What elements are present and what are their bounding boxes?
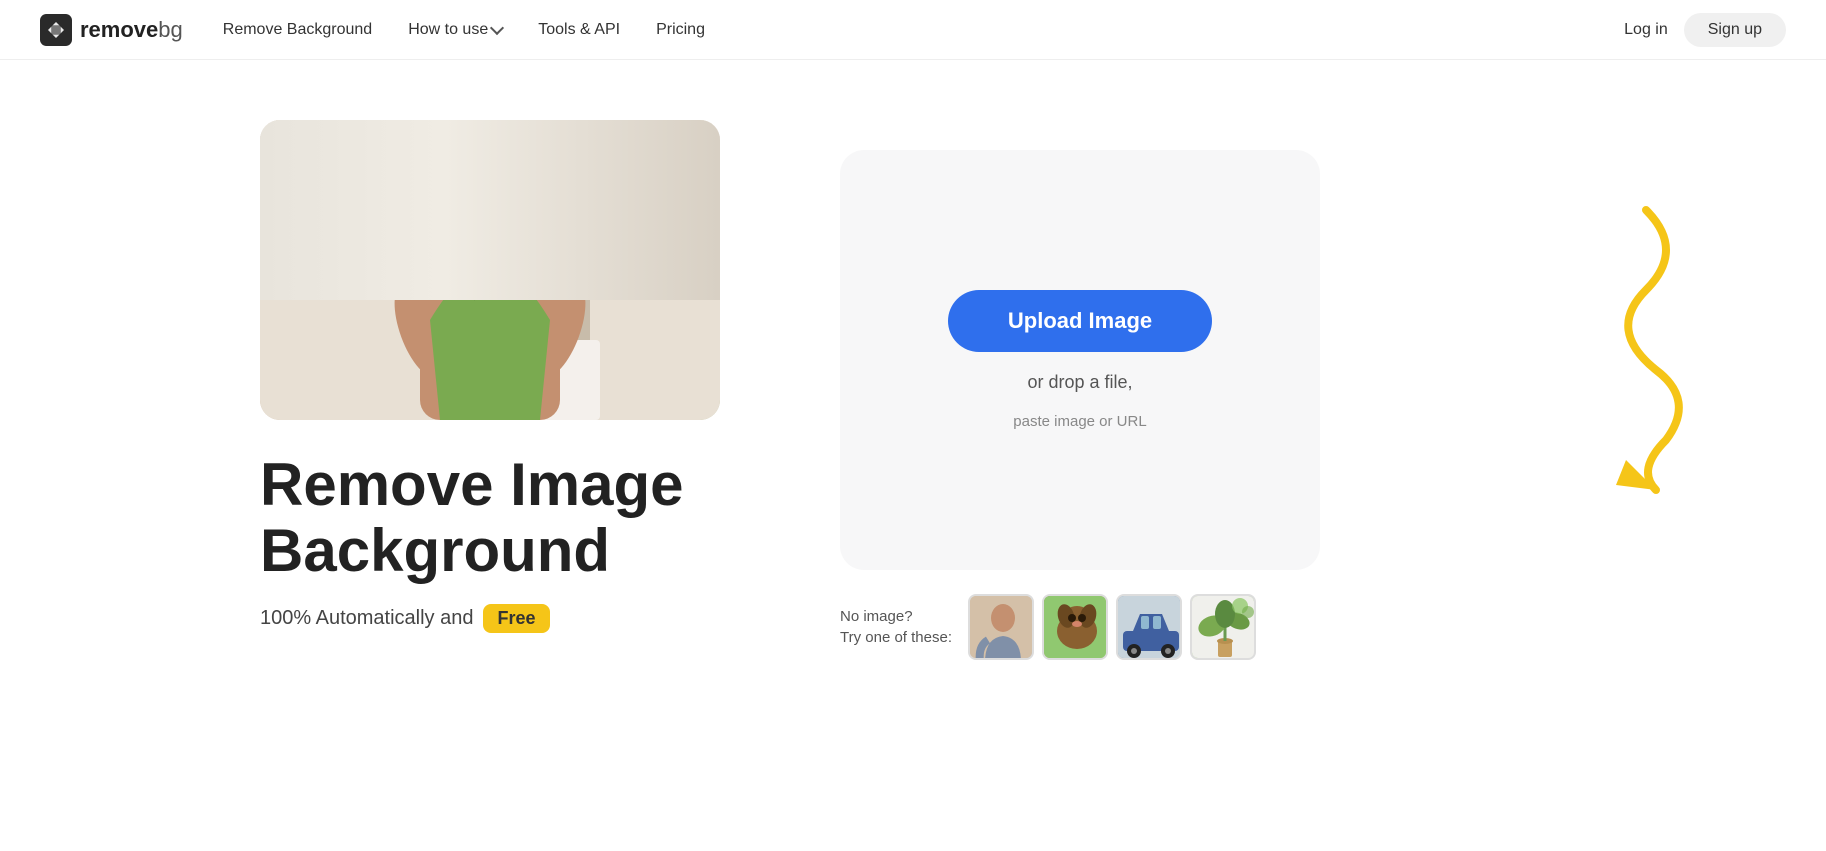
sample-thumb-person[interactable] [968, 594, 1034, 660]
signup-button[interactable]: Sign up [1684, 13, 1786, 47]
upload-card: Upload Image or drop a file, paste image… [840, 150, 1320, 570]
drop-text: or drop a file, [1027, 372, 1132, 393]
sample-thumb-plant[interactable] [1190, 594, 1256, 660]
hero-image [260, 120, 720, 420]
nav-link-pricing[interactable]: Pricing [656, 21, 705, 39]
left-section: Remove Image Background 100% Automatical… [260, 120, 760, 633]
hero-title: Remove Image Background [260, 452, 760, 584]
hero-subtitle: 100% Automatically and Free [260, 604, 760, 633]
sample-thumb-car[interactable] [1116, 594, 1182, 660]
nav-links: Remove Background How to use Tools & API… [223, 21, 1624, 39]
login-button[interactable]: Log in [1624, 21, 1668, 39]
right-section: Upload Image or drop a file, paste image… [840, 120, 1626, 660]
nav-link-how-to-use[interactable]: How to use [408, 21, 502, 39]
logo-text: removebg [80, 17, 183, 43]
nav-link-tools-api[interactable]: Tools & API [538, 21, 620, 39]
no-image-label: No image? Try one of these: [840, 606, 952, 648]
nav-link-remove-background[interactable]: Remove Background [223, 21, 372, 39]
navbar: removebg Remove Background How to use To… [0, 0, 1826, 60]
nav-actions: Log in Sign up [1624, 13, 1786, 47]
drop-subtext: paste image or URL [1013, 413, 1146, 430]
sample-row: No image? Try one of these: [840, 594, 1256, 660]
chevron-down-icon [490, 21, 504, 35]
free-badge: Free [483, 604, 549, 633]
sample-images [968, 594, 1256, 660]
logo-icon [40, 14, 72, 46]
main-content: Remove Image Background 100% Automatical… [0, 60, 1826, 660]
decorative-squiggle [1526, 200, 1706, 500]
logo[interactable]: removebg [40, 14, 183, 46]
upload-image-button[interactable]: Upload Image [948, 290, 1212, 352]
sample-thumb-dog[interactable] [1042, 594, 1108, 660]
